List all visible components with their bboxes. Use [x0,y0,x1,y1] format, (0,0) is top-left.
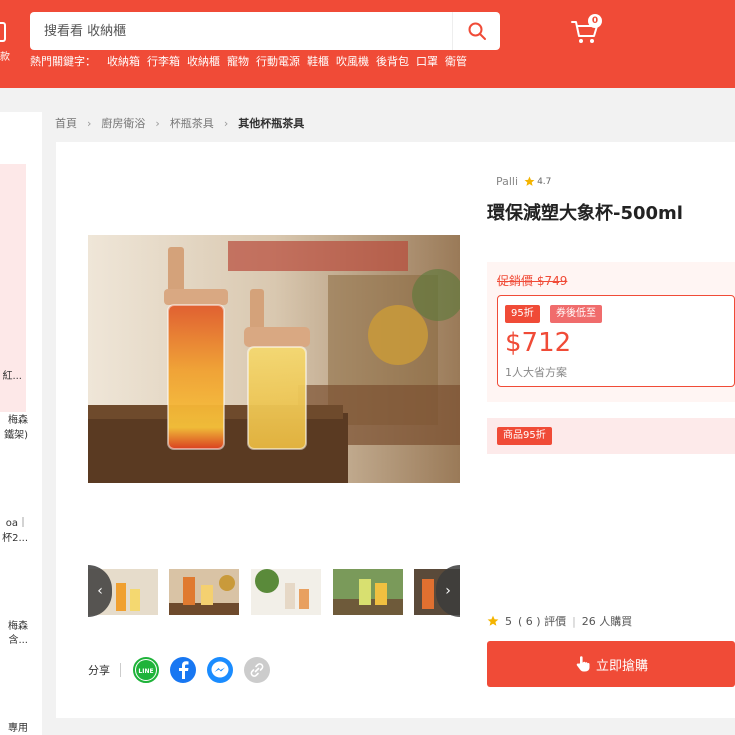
facebook-share-button[interactable] [170,657,196,683]
review-count-link[interactable]: ( 6 ) 評價 [518,613,566,629]
thumbnail[interactable] [169,569,239,615]
sidebar-item-text[interactable]: 梅森 [8,620,28,634]
brand-rating-value: 4.7 [537,176,552,187]
price-panel: 促銷價 $749 95折 券後低至 $712 1人大省方案 [487,262,735,402]
brand-name[interactable]: Palli [496,175,518,188]
hand-pointer-icon [576,656,590,672]
divider: | [572,614,576,628]
hot-keyword[interactable]: 行動電源 [256,53,300,69]
buy-now-label: 立即搶購 [595,658,648,674]
buy-now-button[interactable]: 立即搶購 [487,641,735,687]
plan-note: 1人大省方案 [505,366,567,379]
discount-tag: 95折 [505,305,540,323]
star-icon [524,176,535,186]
product-card: ‹ › 分享 LINE Palli 4.7 環保減塑大象杯-500ml 促銷價 … [56,142,735,718]
line-share-button[interactable]: LINE [133,657,159,683]
chevron-right-icon: › [223,116,229,130]
brand-info: Palli 4.7 [496,175,551,188]
share-bar: 分享 LINE [88,657,281,683]
search-input[interactable] [30,12,452,50]
hot-keyword[interactable]: 寵物 [227,53,249,69]
hot-keywords-label: 熱門關鍵字： [30,55,96,68]
review-score: 5 [505,614,512,628]
sidebar-item-text[interactable]: 紅... [2,370,22,384]
link-icon [250,663,264,677]
hot-keyword[interactable]: 衛管 [445,53,467,69]
sidebar-item-text[interactable]: 杯2... [2,532,28,546]
cart-button[interactable]: 0 [570,14,606,46]
search-icon [468,22,486,40]
hot-keyword[interactable]: 後背包 [376,53,409,69]
sidebar-highlight-card[interactable]: 紅... [0,164,26,412]
hot-keyword[interactable]: 行李箱 [147,53,180,69]
sidebar-related-products: 紅... 梅森 鐵架) oa｜ 杯2... 梅森 含... 專用 [0,112,42,735]
line-icon: LINE [136,660,156,680]
thumbnail-strip: ‹ › [88,565,460,617]
thumbnail[interactable] [251,569,321,615]
sidebar-item-text[interactable]: 梅森 [8,414,28,428]
thumbnail[interactable] [333,569,403,615]
breadcrumb-item[interactable]: 首頁 [55,115,77,131]
breadcrumb: 首頁 › 廚房衛浴 › 杯瓶茶具 › 其他杯瓶茶具 [55,115,304,131]
search-box [30,12,500,50]
product-title: 環保減塑大象杯-500ml [487,203,683,224]
sidebar-item-text[interactable]: 專用 [8,722,28,735]
price-box: 95折 券後低至 $712 1人大省方案 [497,295,735,387]
breadcrumb-current: 其他杯瓶茶具 [238,117,305,130]
review-summary: 5 ( 6 ) 評價 | 26 人購買 [487,613,632,629]
promotion-panel: 商品95折 [487,418,735,454]
original-price: 促銷價 $749 [497,274,568,288]
sidebar-item-text[interactable]: oa｜ [6,517,28,531]
hot-keyword[interactable]: 口罩 [416,53,438,69]
product-photo [88,235,460,483]
facebook-icon [179,661,189,679]
messenger-icon [211,661,229,678]
chevron-right-icon: › [445,583,451,599]
sidebar-item-text[interactable]: 鐵架) [4,429,28,443]
hot-keywords: 熱門關鍵字： 收納箱 行李箱 收納櫃 寵物 行動電源 鞋櫃 吹風機 後背包 口罩… [30,53,467,69]
divider [120,663,121,677]
hot-keyword[interactable]: 吹風機 [336,53,369,69]
purchase-count: 26 人購買 [581,615,633,628]
cart-count-badge: 0 [588,14,602,28]
promotion-tag[interactable]: 商品95折 [497,427,552,445]
hot-keyword[interactable]: 鞋櫃 [307,53,329,69]
chevron-right-icon: › [87,116,92,130]
header: 款 0 熱門關鍵字： 收納箱 行李箱 收納櫃 寵物 行動電源 鞋櫃 吹風機 後背… [0,0,735,88]
chevron-left-icon: ‹ [97,583,103,599]
logo-text: 款 [0,52,10,63]
brand-rating: 4.7 [524,176,551,187]
logo-icon[interactable] [0,22,6,42]
breadcrumb-item[interactable]: 廚房衛浴 [101,115,145,131]
breadcrumb-item[interactable]: 杯瓶茶具 [170,115,214,131]
search-button[interactable] [452,12,500,50]
line-icon-label: LINE [138,668,153,675]
coupon-tag: 券後低至 [550,305,602,323]
messenger-share-button[interactable] [207,657,233,683]
chevron-right-icon: › [155,116,160,130]
sidebar-item-text[interactable]: 含... [8,634,28,648]
product-main-image[interactable] [88,235,460,483]
hot-keyword[interactable]: 收納箱 [107,53,140,69]
hot-keyword[interactable]: 收納櫃 [187,53,220,69]
star-icon [487,615,499,626]
copy-link-button[interactable] [244,657,270,683]
sale-price: $712 [505,328,572,358]
share-label: 分享 [88,664,110,677]
